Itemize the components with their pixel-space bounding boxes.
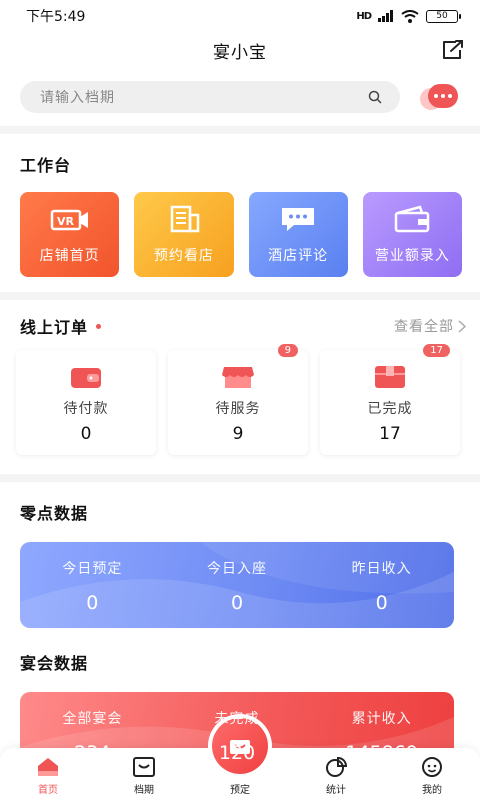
wifi-icon [401, 9, 419, 23]
stat-today-seated: 今日入座 0 [165, 542, 310, 628]
count-badge: 17 [423, 344, 450, 357]
chevron-right-icon [458, 319, 466, 333]
tile-appointment[interactable]: 预约看店 [134, 192, 234, 277]
order-card-label: 待服务 [215, 401, 261, 417]
tab-booking[interactable]: 预定 [210, 781, 270, 796]
order-card-label: 待付款 [63, 401, 109, 417]
stat-total-income: 累计收入 145869 [309, 692, 454, 772]
tile-label: 店铺首页 [39, 248, 100, 264]
stat-label: 今日入座 [207, 561, 267, 577]
tile-label: 预约看店 [153, 248, 214, 264]
tile-hotel-reviews[interactable]: 酒店评论 [248, 192, 348, 277]
app-header: 宴小宝 [0, 32, 480, 68]
tab-label: 档期 [134, 785, 154, 796]
order-card-count: 9 [232, 424, 244, 444]
order-card-pending-payment[interactable]: 待付款 0 [16, 350, 156, 455]
shop-icon [222, 367, 254, 388]
tab-label: 统计 [326, 785, 346, 796]
orders-title-wrap: 线上订单 [20, 314, 102, 338]
messages-button[interactable] [420, 82, 460, 112]
workbench-tiles: VR 店铺首页 预约看店 酒店评论 营业额录入 [20, 192, 462, 277]
order-card-count: 17 [379, 424, 401, 444]
stat-label: 全部宴会 [62, 711, 123, 727]
stat-all-banquets: 全部宴会 234 [20, 692, 165, 772]
workbench-section: 工作台 VR 店铺首页 预约看店 酒店评论 营业额录入 [0, 134, 480, 292]
search-input[interactable]: 请输入档期 [20, 81, 400, 113]
tile-revenue-entry[interactable]: 营业额录入 [362, 192, 462, 277]
stat-value: 145869 [345, 742, 418, 764]
box-icon [375, 366, 405, 388]
search-placeholder: 请输入档期 [40, 90, 115, 106]
share-icon[interactable] [440, 38, 466, 62]
tile-label: 营业额录入 [374, 248, 450, 264]
tab-label: 我的 [422, 785, 442, 796]
order-card-count: 0 [80, 424, 92, 444]
stat-label: 今日预定 [62, 561, 123, 577]
message-icon [428, 84, 458, 108]
wallet-icon [395, 205, 430, 233]
banquet-data-card[interactable]: 全部宴会 234 未完成 120 累计收入 145869 [20, 692, 454, 772]
order-cards: 待付款 0 9 待服务 9 17 已完成 17 [16, 344, 466, 455]
search-icon [368, 90, 382, 104]
tab-label: 首页 [38, 785, 58, 796]
stat-label: 未完成 [214, 711, 260, 727]
count-badge: 9 [277, 344, 298, 357]
status-bar: 下午5:49 HD 50 [0, 0, 480, 32]
zero-data-card[interactable]: 今日预定 0 今日入座 0 昨日收入 0 [20, 542, 454, 628]
stat-value: 0 [86, 592, 99, 614]
app-screen: 下午5:49 HD 50 宴小宝 请输入档期 工作台 VR 店铺首页 预约看店 … [0, 0, 480, 800]
stat-value: 234 [74, 742, 111, 764]
orders-header: 线上订单 查看全部 [20, 314, 466, 338]
status-time: 下午5:49 [26, 9, 86, 25]
order-card-label: 已完成 [367, 401, 413, 417]
zero-data-title: 零点数据 [20, 504, 89, 523]
view-all-link[interactable]: 查看全部 [394, 316, 466, 336]
stat-label: 累计收入 [351, 711, 412, 727]
order-card-completed[interactable]: 17 已完成 17 [320, 344, 460, 455]
svg-text:VR: VR [57, 215, 75, 228]
cell-signal-icon [378, 10, 393, 22]
battery-icon: 50 [426, 9, 461, 23]
chat-bubble-icon [282, 208, 315, 231]
stat-today-booking: 今日预定 0 [20, 542, 165, 628]
tile-store-home[interactable]: VR 店铺首页 [20, 192, 120, 277]
stat-value: 0 [230, 592, 244, 614]
tab-label: 预定 [230, 785, 250, 796]
orders-title: 线上订单 [20, 318, 89, 337]
tile-label: 酒店评论 [268, 248, 329, 264]
search-row: 请输入档期 [0, 68, 480, 126]
stat-label: 昨日收入 [351, 561, 412, 577]
stat-value: 120 [218, 742, 256, 764]
stat-unfinished: 未完成 120 [165, 692, 310, 772]
building-icon [170, 205, 200, 233]
notification-dot [96, 323, 102, 329]
page-title: 宴小宝 [213, 42, 267, 63]
signal-icon: HD [356, 10, 372, 22]
status-icons: HD 50 [356, 9, 461, 23]
stat-yesterday-income: 昨日收入 0 [309, 542, 454, 628]
online-orders-section: 线上订单 查看全部 待付款 0 9 待服务 9 17 已完成 17 [0, 300, 480, 474]
wallet-icon [71, 368, 101, 388]
stat-value: 0 [375, 592, 388, 614]
order-card-pending-service[interactable]: 9 待服务 9 [168, 344, 308, 455]
banquet-data-title: 宴会数据 [20, 654, 89, 673]
workbench-title: 工作台 [20, 156, 72, 175]
data-section: 零点数据 今日预定 0 今日入座 0 昨日收入 0 宴会数据 全部宴会 234 [0, 482, 480, 782]
view-all-label: 查看全部 [394, 319, 454, 335]
vr-camera-icon: VR [50, 209, 88, 231]
